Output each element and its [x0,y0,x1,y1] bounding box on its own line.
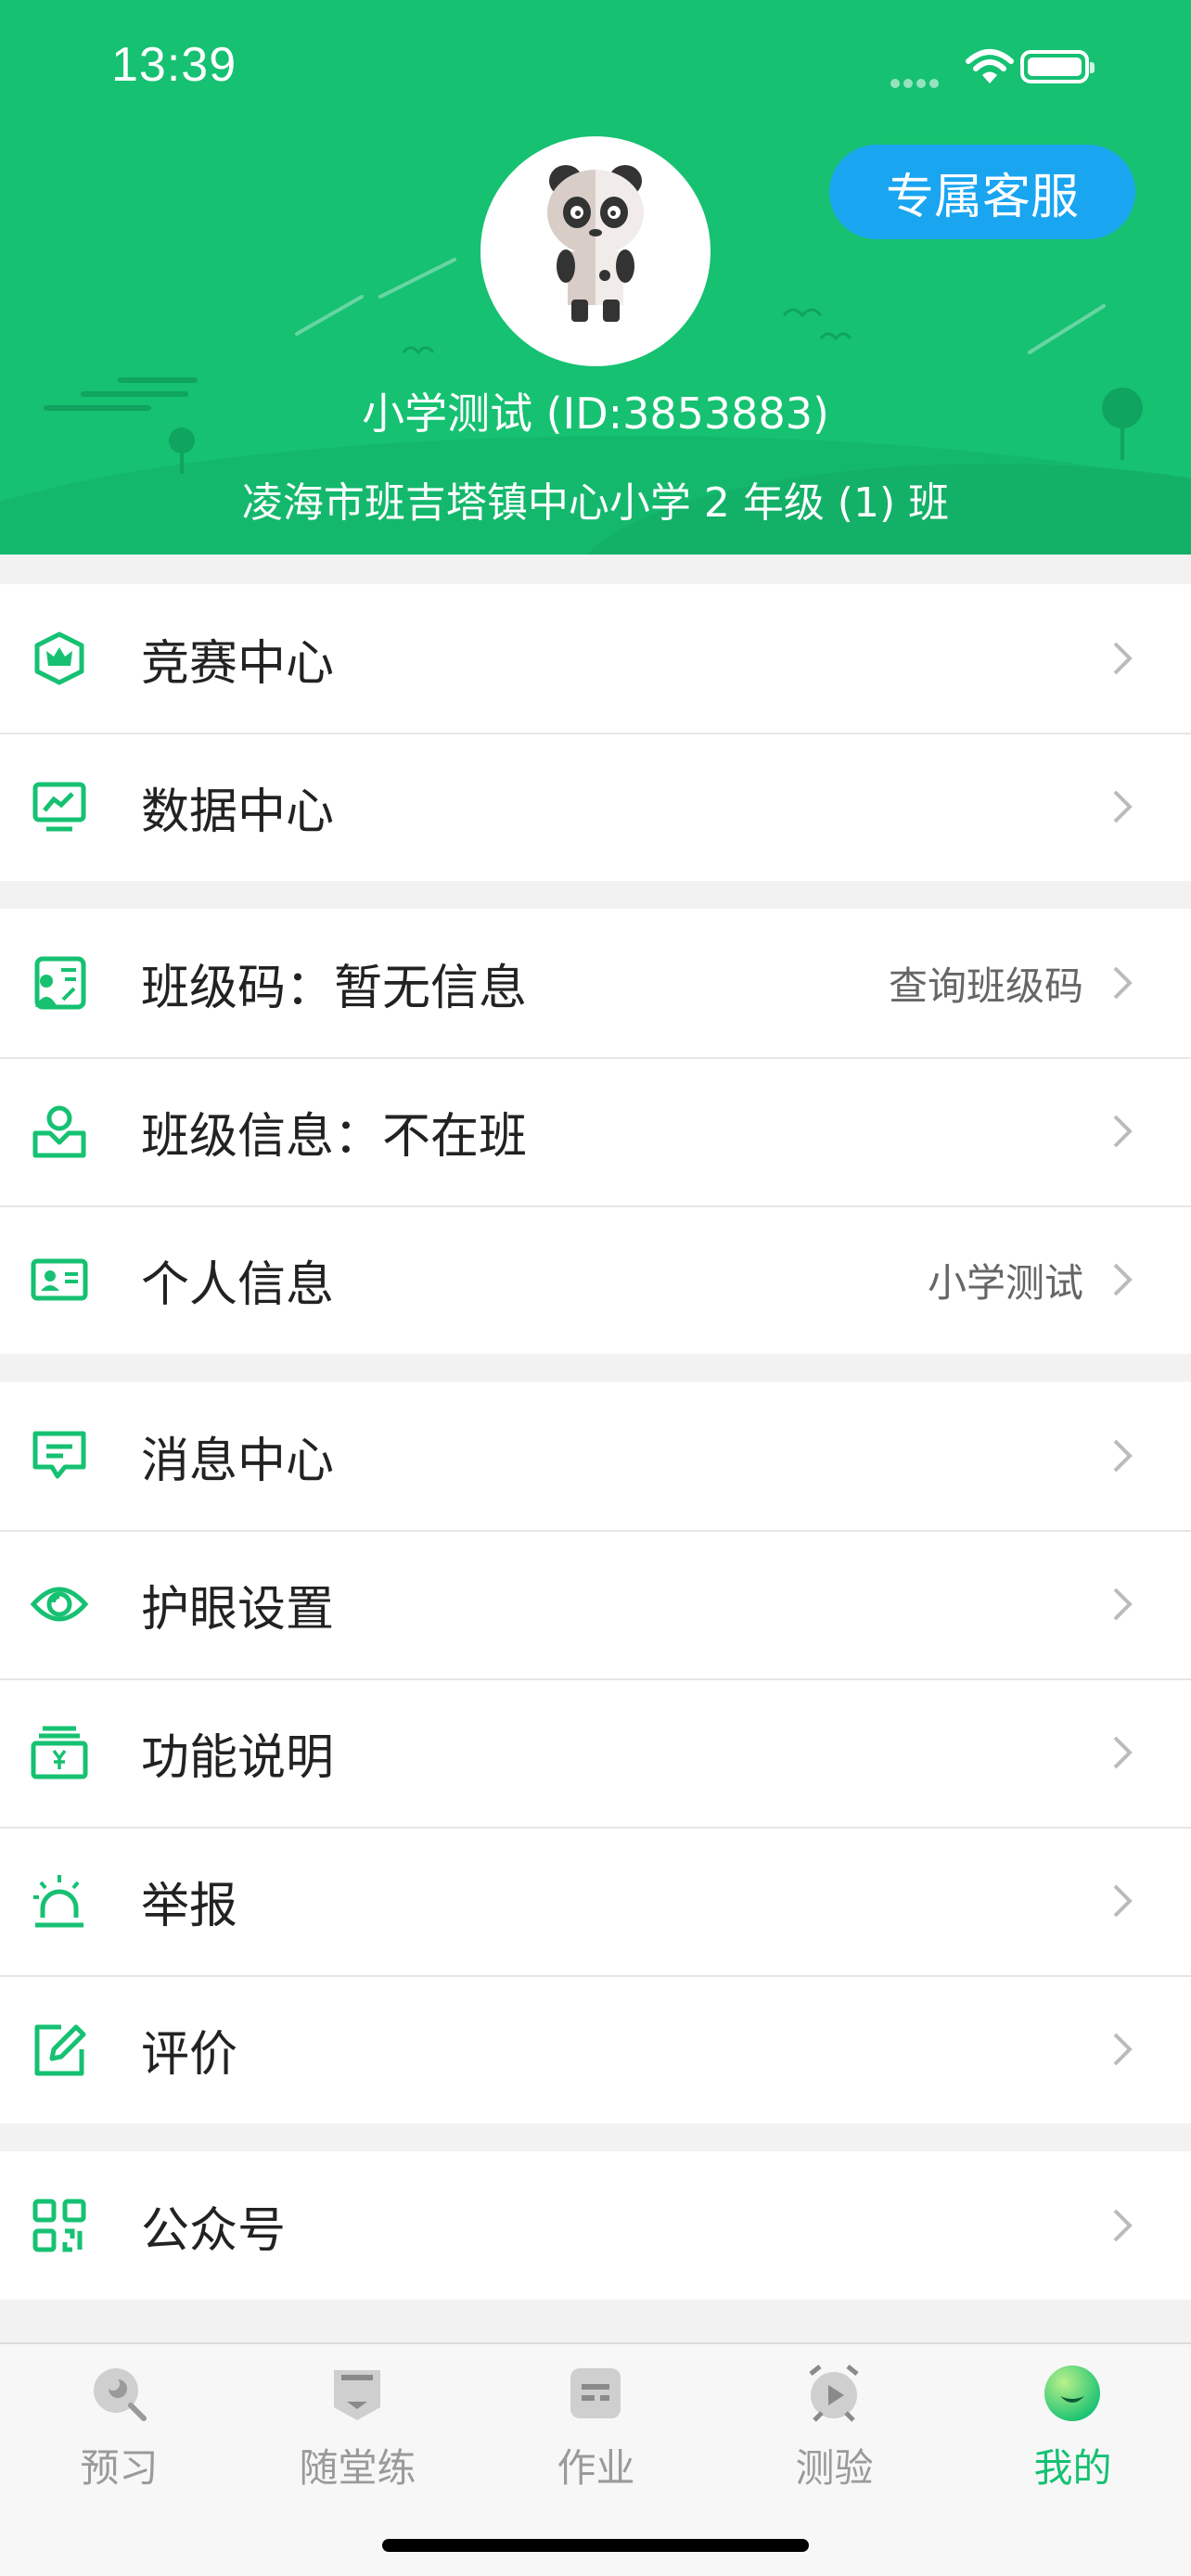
panda-avatar-icon [547,165,644,322]
chevron-right-icon [1113,1439,1133,1473]
menu-item-label: 功能说明 [141,1729,335,1786]
birds-decoration [782,308,852,341]
menu-group-settings: 消息中心 护眼设置 功能说明 举报 评价 [0,1382,1191,2123]
tab-label: 测验 [795,2445,874,2491]
tab-label: 随堂练 [299,2445,416,2491]
battery-icon [1020,50,1095,83]
id-card-icon [31,1258,88,1301]
menu-group-class: 班级码：暂无信息 查询班级码 班级信息：不在班 个人信息 小学测试 [0,909,1191,1354]
test-icon [809,2365,859,2422]
tab-preview[interactable]: 预习 [0,2344,238,2502]
menu-item-feature-description[interactable]: 功能说明 [0,1678,1191,1827]
tab-test[interactable]: 测验 [715,2344,954,2502]
menu-item-label: 竞赛中心 [141,635,335,692]
menu-item-data-center[interactable]: 数据中心 [0,733,1191,881]
menu-item-class-code[interactable]: 班级码：暂无信息 查询班级码 [0,909,1191,1057]
crown-shield-icon [34,631,84,685]
class-info-icon [32,1105,86,1158]
menu-item-competition-center[interactable]: 竞赛中心 [0,584,1191,733]
streak-decoration [295,258,456,336]
chevron-right-icon [1113,1884,1133,1918]
status-time: 13:39 [111,38,237,92]
tab-class-practice[interactable]: 随堂练 [238,2344,477,2502]
menu-item-personal-info[interactable]: 个人信息 小学测试 [0,1205,1191,1354]
edit-icon [34,2024,86,2076]
menu-item-label: 班级码：暂无信息 [141,960,528,1016]
chevron-right-icon [1113,966,1133,1000]
tab-label: 我的 [1033,2445,1112,2491]
mine-icon [1044,2366,1100,2421]
tab-homework[interactable]: 作业 [477,2344,715,2502]
menu-item-label: 举报 [141,1878,238,1934]
menu-item-rating[interactable]: 评价 [0,1975,1191,2123]
chevron-right-icon [1113,2033,1133,2066]
status-icons [890,48,1113,88]
practice-icon [334,2370,380,2420]
wifi-icon [966,49,1014,83]
message-icon [32,1431,86,1479]
tab-mine[interactable]: 我的 [954,2344,1191,2502]
menu-item-label: 消息中心 [141,1433,335,1489]
signal-icon [890,74,942,92]
avatar[interactable] [480,136,711,366]
profile-header: 13:39 专属客服 小学测试 (ID:3853883) 凌海市班吉塔镇中心小学… [0,0,1191,555]
menu-item-value: 查询班级码 [888,963,1083,1009]
homework-icon [570,2368,621,2418]
birds-decoration [402,346,435,355]
chevron-right-icon [1113,1263,1133,1296]
home-indicator [382,2539,809,2552]
menu-item-label: 护眼设置 [141,1581,335,1638]
preview-icon [94,2368,147,2421]
menu-item-official-account[interactable]: 公众号 [0,2151,1191,2300]
class-code-icon [34,956,86,1010]
menu-item-label: 公众号 [141,2202,287,2259]
monitor-chart-icon [32,782,86,832]
chevron-right-icon [1113,1588,1133,1621]
menu-group-competition: 竞赛中心 数据中心 [0,584,1191,881]
menu-item-eye-protection[interactable]: 护眼设置 [0,1530,1191,1678]
wallet-icon [31,1726,88,1779]
menu-item-label: 评价 [141,2026,238,2083]
eye-icon [30,1587,89,1622]
menu-item-label: 个人信息 [141,1256,335,1313]
menu-item-label: 数据中心 [141,784,335,840]
menu-item-message-center[interactable]: 消息中心 [0,1382,1191,1530]
streak-decoration [1028,304,1106,354]
chevron-right-icon [1113,1115,1133,1148]
tab-label: 作业 [557,2445,635,2491]
alarm-icon [33,1875,83,1928]
menu-item-label: 班级信息：不在班 [141,1108,528,1165]
menu-item-class-info[interactable]: 班级信息：不在班 [0,1057,1191,1205]
menu-group-public: 公众号 [0,2151,1191,2300]
chevron-right-icon [1113,642,1133,675]
chevron-right-icon [1113,790,1133,823]
tab-label: 预习 [80,2445,159,2491]
menu-item-value: 小学测试 [927,1259,1083,1306]
user-school: 凌海市班吉塔镇中心小学 2 年级 (1) 班 [241,479,950,527]
exclusive-service-button[interactable]: 专属客服 [829,145,1135,239]
qr-code-icon [32,2199,86,2252]
user-name: 小学测试 (ID:3853883) [362,389,829,439]
chevron-right-icon [1113,1736,1133,1769]
menu-item-report[interactable]: 举报 [0,1827,1191,1975]
chevron-right-icon [1113,2209,1133,2242]
